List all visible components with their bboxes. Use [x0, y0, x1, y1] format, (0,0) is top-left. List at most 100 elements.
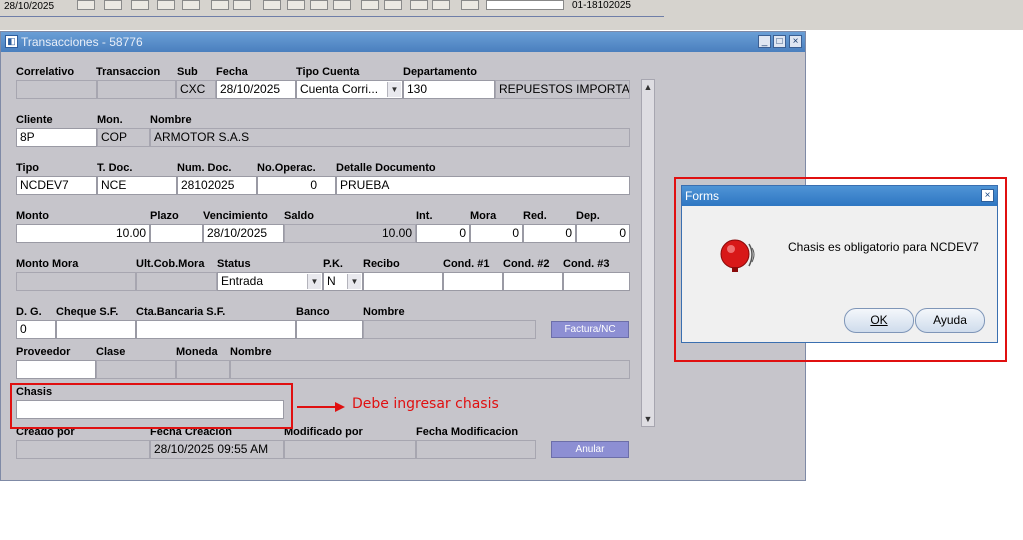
help-list-icon[interactable]	[182, 0, 200, 10]
status-select[interactable]: Entrada ▼	[217, 272, 323, 291]
label-banco: Banco	[296, 306, 330, 318]
dropdown-icon[interactable]	[432, 0, 450, 10]
chevron-down-icon[interactable]: ▼	[387, 82, 401, 97]
label-nombre-banco: Nombre	[363, 306, 405, 318]
label-tdoc: T. Doc.	[97, 162, 133, 174]
label-cliente: Cliente	[16, 114, 53, 126]
print-icon[interactable]	[361, 0, 379, 10]
numdoc-field[interactable]: 28102025	[177, 176, 257, 195]
delete-record-icon[interactable]	[233, 0, 251, 10]
red-field[interactable]: 0	[523, 224, 576, 243]
scroll-up-icon[interactable]: ▲	[642, 80, 654, 94]
dg-field[interactable]: 0	[16, 320, 56, 339]
blank-icon[interactable]	[104, 0, 122, 10]
erase-icon[interactable]	[384, 0, 402, 10]
toolbar-doc-ref: 01-18102025	[572, 0, 631, 11]
label-fecha: Fecha	[216, 66, 248, 78]
first-record-icon[interactable]	[263, 0, 281, 10]
label-dep: Dep.	[576, 210, 600, 222]
plazo-field[interactable]	[150, 224, 203, 243]
fecha-field[interactable]: 28/10/2025	[216, 80, 296, 99]
label-departamento: Departamento	[403, 66, 477, 78]
user-icon[interactable]	[461, 0, 479, 10]
window-titlebar[interactable]: ◧ Transacciones - 58776 _ □ ×	[1, 32, 805, 52]
vertical-scrollbar[interactable]: ▲ ▼	[641, 79, 655, 427]
vencimiento-field[interactable]: 28/10/2025	[203, 224, 284, 243]
moneda-proveedor-field[interactable]	[176, 360, 230, 379]
label-tipo-cuenta: Tipo Cuenta	[296, 66, 360, 78]
detalle-field[interactable]: PRUEBA	[336, 176, 630, 195]
toolbar-select[interactable]	[486, 0, 564, 10]
proveedor-field[interactable]	[16, 360, 96, 379]
label-monto-mora: Monto Mora	[16, 258, 79, 270]
label-int: Int.	[416, 210, 433, 222]
label-cond3: Cond. #3	[563, 258, 610, 270]
sub-field[interactable]: CXC	[176, 80, 216, 99]
menu-lines-icon[interactable]	[410, 0, 428, 10]
cond1-field[interactable]	[443, 272, 503, 291]
anular-button[interactable]: Anular	[551, 441, 629, 458]
moneda-field[interactable]: COP	[97, 128, 150, 147]
modificado-por-field[interactable]	[284, 440, 416, 459]
cliente-nombre-field[interactable]: ARMOTOR S.A.S	[150, 128, 630, 147]
tdoc-field[interactable]: NCE	[97, 176, 177, 195]
banco-nombre-field[interactable]	[363, 320, 536, 339]
label-nooperac: No.Operac.	[257, 162, 316, 174]
cond2-field[interactable]	[503, 272, 563, 291]
label-tipo: Tipo	[16, 162, 40, 174]
int-field[interactable]: 0	[416, 224, 470, 243]
fecha-creacion-field[interactable]: 28/10/2025 09:55 AM	[150, 440, 284, 459]
departamento-field[interactable]: 130	[403, 80, 495, 99]
cta-bancaria-sf-field[interactable]	[136, 320, 296, 339]
cond3-field[interactable]	[563, 272, 630, 291]
help-query-icon[interactable]	[157, 0, 175, 10]
proveedor-nombre-field[interactable]	[230, 360, 630, 379]
flag-icon[interactable]	[77, 0, 95, 10]
correlativo-field[interactable]	[16, 80, 97, 99]
chevron-down-icon[interactable]: ▼	[347, 274, 361, 289]
recibo-field[interactable]	[363, 272, 443, 291]
label-pk: P.K.	[323, 258, 343, 270]
monto-mora-field[interactable]	[16, 272, 136, 291]
ult-cob-mora-field[interactable]	[136, 272, 217, 291]
cliente-field[interactable]: 8P	[16, 128, 97, 147]
tipo-cuenta-select[interactable]: Cuenta Corri... ▼	[296, 80, 403, 99]
label-dg: D. G.	[16, 306, 42, 318]
annotation-arrow-icon	[297, 402, 345, 412]
dialog-titlebar[interactable]: Forms ×	[682, 186, 997, 206]
departamento-nombre-field[interactable]: REPUESTOS IMPORTA	[495, 80, 630, 99]
next-record-icon[interactable]	[310, 0, 328, 10]
creado-por-field[interactable]	[16, 440, 150, 459]
banco-field[interactable]	[296, 320, 363, 339]
annotation-text: Debe ingresar chasis	[352, 396, 499, 412]
dialog-title: Forms	[685, 189, 719, 203]
tipo-field[interactable]: NCDEV7	[16, 176, 97, 195]
nooperac-field[interactable]: 0	[257, 176, 336, 195]
mora-field[interactable]: 0	[470, 224, 523, 243]
alarm-bell-icon	[720, 239, 755, 272]
fecha-modificacion-field[interactable]	[416, 440, 536, 459]
scroll-down-icon[interactable]: ▼	[642, 412, 654, 426]
factura-nc-button[interactable]: Factura/NC	[551, 321, 629, 338]
ayuda-button[interactable]: Ayuda	[915, 308, 985, 333]
add-record-icon[interactable]	[211, 0, 229, 10]
pk-select[interactable]: N ▼	[323, 272, 363, 291]
cheque-sf-field[interactable]	[56, 320, 136, 339]
minimize-icon[interactable]: _	[758, 35, 771, 48]
copy-icon[interactable]	[131, 0, 149, 10]
saldo-field[interactable]: 10.00	[284, 224, 416, 243]
ok-button[interactable]: OK	[844, 308, 914, 333]
last-record-icon[interactable]	[333, 0, 351, 10]
label-recibo: Recibo	[363, 258, 400, 270]
chevron-down-icon[interactable]: ▼	[307, 274, 321, 289]
prev-record-icon[interactable]	[287, 0, 305, 10]
monto-field[interactable]: 10.00	[16, 224, 150, 243]
tipo-cuenta-value: Cuenta Corri...	[300, 82, 379, 96]
clase-field[interactable]	[96, 360, 176, 379]
close-icon[interactable]: ×	[789, 35, 802, 48]
maximize-icon[interactable]: □	[773, 35, 786, 48]
label-correlativo: Correlativo	[16, 66, 75, 78]
dep-field[interactable]: 0	[576, 224, 630, 243]
transaccion-field[interactable]	[97, 80, 176, 99]
close-icon[interactable]: ×	[981, 189, 994, 202]
